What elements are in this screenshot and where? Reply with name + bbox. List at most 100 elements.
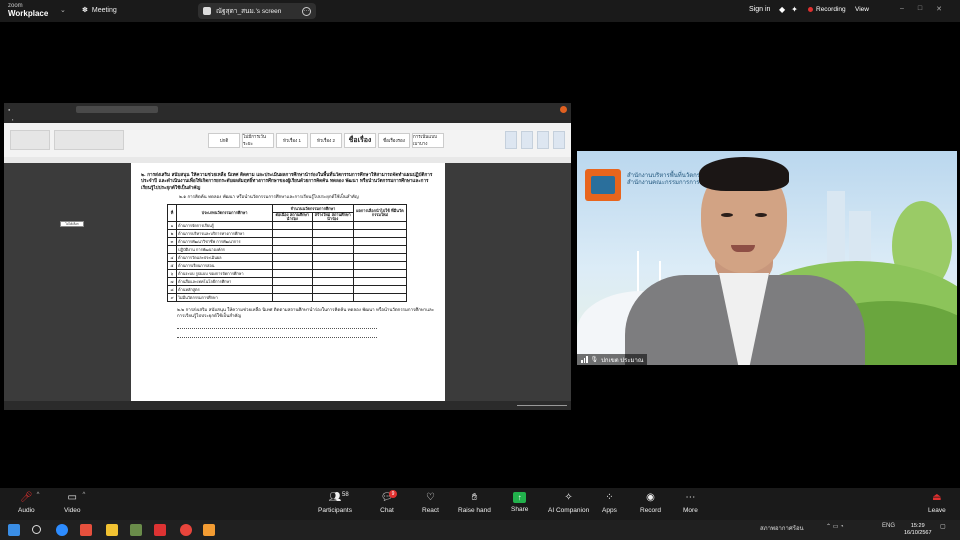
close-icon[interactable]: ✕ bbox=[936, 5, 942, 13]
zoom-top-bar: zoom Workplace ⌄ ✽ Meeting ณัฐสุดา_สนม.'… bbox=[0, 0, 960, 22]
apps-button[interactable]: ⁘ Apps bbox=[602, 492, 617, 514]
cell-empty bbox=[352, 285, 408, 295]
video-label: Video bbox=[64, 507, 81, 514]
app-icon[interactable] bbox=[130, 524, 142, 536]
cell-item: ไม่มีนวัตกรรมการศึกษา bbox=[176, 293, 273, 303]
clock-date: 16/10/2567 bbox=[904, 530, 932, 536]
cell-empty bbox=[352, 261, 408, 271]
th-col-c: ผลการเลือกนำไปใช้ ที่มีนวัตกรรมใหม่ bbox=[352, 204, 408, 223]
cell-empty bbox=[272, 229, 313, 239]
record-button[interactable]: ◉ Record bbox=[640, 492, 661, 514]
chevron-up-icon[interactable]: ^ bbox=[83, 492, 86, 498]
taskbar-clock[interactable]: 15:29 16/10/2567 bbox=[904, 523, 932, 537]
chrome-icon[interactable] bbox=[180, 524, 192, 536]
sparkle-icon[interactable]: ✦ bbox=[791, 5, 798, 14]
share-label: Share bbox=[511, 506, 529, 513]
cell-no: ๕ bbox=[167, 261, 177, 271]
sign-in-link[interactable]: Sign in bbox=[749, 6, 770, 13]
cell-item: ด้านหลักสูตร bbox=[176, 285, 273, 295]
table-row: ๖ด้านระบบ รูปแบบ ของการจัดการศึกษา bbox=[167, 269, 408, 279]
more-icon[interactable]: ··· bbox=[302, 6, 311, 16]
search-icon[interactable] bbox=[32, 525, 41, 534]
table-row: ๒ด้านการบริหารและบริการทางการศึกษา bbox=[167, 229, 408, 239]
share-title: ณัฐสุดา_สนม.'s screen bbox=[216, 8, 282, 15]
zoom-app-icon[interactable] bbox=[56, 524, 68, 536]
cell-no: ๗ bbox=[167, 277, 177, 287]
cell-no: ๘ bbox=[167, 285, 177, 295]
tray-icons[interactable]: ⌃ ▭ ◔ bbox=[826, 523, 844, 530]
react-button[interactable]: ♡ React bbox=[422, 492, 439, 514]
cell-empty bbox=[272, 261, 313, 271]
more-label: More bbox=[683, 507, 698, 514]
ai-companion-label: AI Companion bbox=[548, 507, 590, 514]
notification-icon[interactable]: ▢ bbox=[940, 523, 946, 530]
cell-empty bbox=[272, 221, 313, 231]
cell-empty bbox=[311, 245, 354, 255]
weather-text[interactable]: สภาพอากาศร้อน bbox=[760, 523, 804, 533]
windows-start-icon[interactable] bbox=[8, 524, 20, 536]
cell-empty bbox=[311, 253, 354, 263]
word-ribbon: ปกติ ไม่มีการเว้นระยะ หัวเรื่อง 1 หัวเรื… bbox=[4, 123, 571, 157]
cell-item: ด้านการบริหารและบริการทางการศึกษา bbox=[176, 229, 273, 239]
language-indicator[interactable]: ENG bbox=[882, 523, 895, 529]
dictate-icon bbox=[521, 131, 533, 149]
cell-no: ๖ bbox=[167, 269, 177, 279]
chat-button[interactable]: 💬︎ 9 Chat bbox=[380, 490, 397, 514]
cell-item: ด้านการพัฒนาวิชาชีพ การพัฒนาการ bbox=[176, 237, 273, 247]
chevron-up-icon[interactable]: ^ bbox=[37, 492, 40, 498]
app-icon[interactable] bbox=[154, 524, 166, 536]
raise-hand-button[interactable]: ✋︎ Raise hand bbox=[458, 492, 491, 514]
cell-empty bbox=[311, 221, 354, 231]
view-button[interactable]: View bbox=[855, 6, 869, 13]
cell-empty bbox=[352, 253, 408, 263]
participant-namebar: 🎙 ปกเขต ประมาณ bbox=[577, 354, 648, 365]
more-button[interactable]: ⋯ More bbox=[683, 492, 698, 514]
chat-label: Chat bbox=[380, 507, 394, 514]
cell-empty bbox=[352, 269, 408, 279]
participant-video[interactable]: สำนักงานบริหารพื้นที่นวัตกรรม สำนักงานคณ… bbox=[577, 151, 957, 365]
app-icon[interactable] bbox=[203, 524, 215, 536]
video-button[interactable]: ▭ ^ Video bbox=[64, 492, 85, 514]
hair-shape bbox=[699, 157, 789, 191]
shield-icon[interactable]: ◆ bbox=[779, 5, 785, 14]
cell-empty bbox=[311, 261, 354, 271]
maximize-icon[interactable]: □ bbox=[918, 5, 922, 13]
zoom-slider bbox=[517, 405, 567, 406]
ai-companion-button[interactable]: ✧ AI Companion bbox=[548, 492, 589, 514]
th-col-a: ต่อเนื่อง สถานศึกษานำร่อง bbox=[272, 212, 313, 223]
audio-button[interactable]: 🎤︎ ^ Audio bbox=[18, 492, 39, 514]
recording-label: Recording bbox=[816, 6, 846, 13]
mic-icon: 🎙 bbox=[590, 357, 599, 363]
meeting-menu[interactable]: ✽ Meeting bbox=[82, 6, 117, 15]
apps-icon: ⁘ bbox=[605, 492, 614, 503]
app-icon[interactable] bbox=[80, 524, 92, 536]
zoom-logo-line2: Workplace bbox=[8, 9, 49, 18]
table-row: ๙ไม่มีนวัตกรรมการศึกษา bbox=[167, 293, 408, 303]
cell-empty bbox=[352, 221, 408, 231]
cell-empty bbox=[272, 285, 313, 295]
file-explorer-icon[interactable] bbox=[106, 524, 118, 536]
cell-no: ๔ bbox=[167, 253, 177, 263]
chevron-down-icon[interactable]: ⌄ bbox=[60, 6, 66, 14]
cell-empty bbox=[311, 285, 354, 295]
word-search-box bbox=[76, 105, 159, 113]
cell-empty bbox=[272, 277, 313, 287]
style-subtle-emphasis: การเน้นแบบเบาบาง bbox=[412, 132, 444, 148]
word-titlebar: ● bbox=[4, 103, 571, 115]
audio-label: Audio bbox=[18, 507, 35, 514]
styles-gallery: ปกติ ไม่มีการเว้นระยะ หัวเรื่อง 1 หัวเรื… bbox=[208, 132, 444, 148]
shared-screen: ● ▪ ปกติ ไม่มีการเว้นระยะ หัวเรื่อง 1 หั… bbox=[4, 103, 571, 410]
leave-button[interactable]: ⏏︎ Leave bbox=[928, 492, 946, 514]
screen-share-pill[interactable]: ณัฐสุดา_สนม.'s screen ··· bbox=[198, 3, 316, 19]
record-dot-icon bbox=[808, 7, 813, 12]
more-icon: ⋯ bbox=[685, 492, 696, 503]
meeting-toolbar: 🎤︎ ^ Audio ▭ ^ Video 👥︎ 58 Participants … bbox=[0, 488, 960, 520]
share-button[interactable]: ↑ Share bbox=[511, 492, 528, 513]
cell-empty bbox=[272, 269, 313, 279]
participants-label: Participants bbox=[318, 507, 352, 514]
participants-button[interactable]: 👥︎ 58 Participants bbox=[318, 492, 352, 514]
table-row: ๗ด้านสื่อและเทคโนโลยีการศึกษา bbox=[167, 277, 408, 287]
signal-bars-icon bbox=[581, 356, 588, 363]
recording-indicator[interactable]: Recording bbox=[808, 6, 846, 13]
minimize-icon[interactable]: – bbox=[900, 5, 904, 13]
